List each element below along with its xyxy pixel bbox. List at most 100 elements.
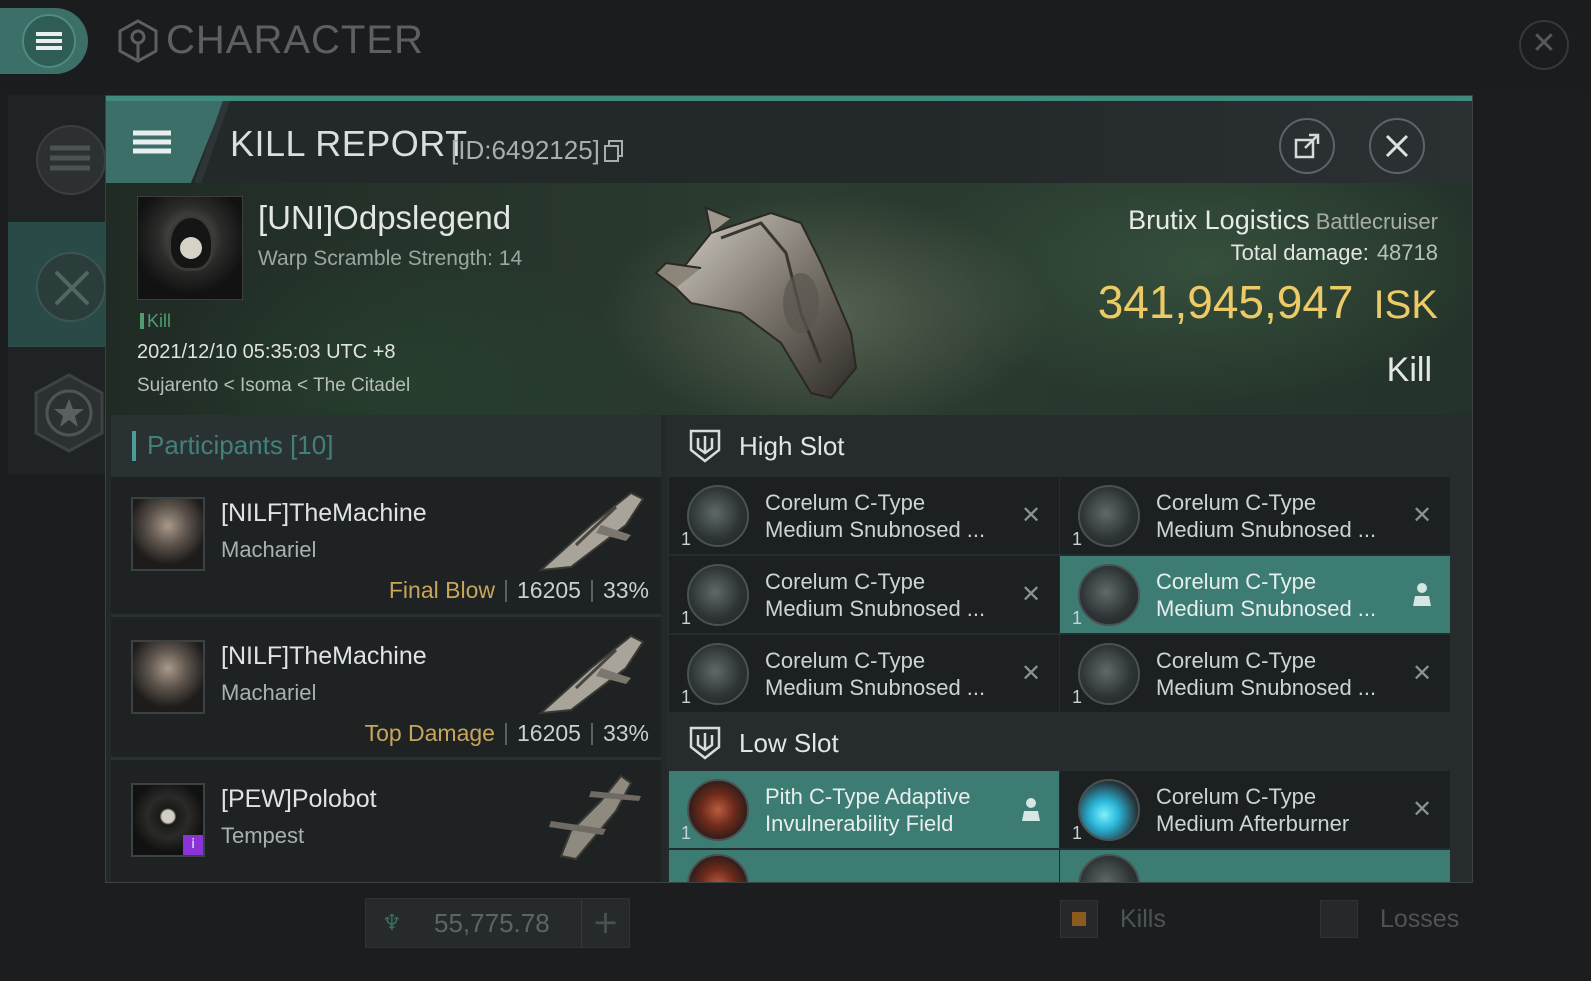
left-rail	[8, 95, 108, 475]
module-name: Corelum C-Type Medium Snubnosed ...	[1156, 648, 1377, 700]
victim-portrait[interactable]	[137, 196, 243, 300]
module-item-partial[interactable]	[669, 850, 1059, 882]
close-button[interactable]	[1369, 118, 1425, 174]
losses-tab[interactable]: Losses	[1320, 900, 1459, 938]
module-name: Corelum C-Type Medium Snubnosed ...	[1156, 490, 1377, 542]
participant-ship-image	[549, 774, 641, 861]
participant-ship: Tempest	[221, 823, 305, 848]
low-slot-icon	[689, 726, 721, 760]
participant-percent: 33%	[602, 720, 649, 746]
participant-ship-image	[538, 491, 645, 572]
module-quantity: 1	[681, 823, 692, 843]
module-item[interactable]: 1 Corelum C-Type Medium Snubnosed ...	[1060, 556, 1450, 633]
total-damage-label: Total damage:	[1230, 240, 1369, 265]
participant-name: [PEW]Polobot	[221, 785, 377, 813]
dropped-person-icon	[1413, 583, 1431, 606]
module-item[interactable]: 1 Corelum C-Type Medium Snubnosed ... ✕	[669, 556, 1059, 633]
kill-id: [ID:6492125]	[451, 135, 624, 166]
afterburner-icon	[1078, 779, 1140, 841]
participant-row[interactable]: [NILF]TheMachine Machariel Final Blow 16…	[111, 477, 661, 617]
losses-checkbox[interactable]	[1320, 900, 1358, 938]
participant-damage: 16205	[516, 720, 581, 746]
kill-report-modal: KILL REPORT [ID:6492125] [UNI]Odpslegend…	[105, 95, 1473, 883]
module-item[interactable]: 1 Corelum C-Type Medium Afterburner ✕	[1060, 771, 1450, 848]
character-icon	[118, 18, 158, 63]
participant-percent: 33%	[602, 577, 649, 603]
participant-name: [NILF]TheMachine	[221, 499, 427, 527]
shield-module-icon	[687, 779, 749, 841]
share-button[interactable]	[1279, 118, 1335, 174]
menu-icon	[36, 29, 62, 53]
participant-stats: Final Blow 16205 33%	[389, 577, 649, 604]
isk-value: 341,945,947 ISK	[1098, 275, 1438, 329]
participant-name: [NILF]TheMachine	[221, 642, 427, 670]
module-name: Corelum C-Type Medium Afterburner	[1156, 784, 1350, 836]
fitting-panel: High Slot 1 Corelum C-Type Medium Snubnos…	[667, 415, 1472, 882]
participant-row[interactable]: i [PEW]Polobot Tempest	[111, 763, 661, 882]
module-quantity: 1	[1072, 823, 1083, 843]
modal-menu-button[interactable]	[106, 101, 224, 183]
warp-scramble-strength: Warp Scramble Strength: 14	[258, 247, 523, 270]
low-slot-label: Low Slot	[739, 728, 839, 758]
plex-icon: ♆	[382, 910, 402, 936]
participant-ship: Machariel	[221, 680, 317, 705]
close-icon	[1385, 134, 1409, 158]
kill-location: Sujarento < Isoma < The Citadel	[137, 375, 411, 396]
destroyed-icon: ✕	[1020, 659, 1042, 687]
participant-row[interactable]: [NILF]TheMachine Machariel Top Damage 16…	[111, 620, 661, 760]
module-quantity: 1	[1072, 529, 1083, 549]
app-close-button[interactable]: ✕	[1519, 20, 1569, 70]
copy-icon[interactable]	[603, 139, 624, 162]
currency-value: 55,775.78	[434, 907, 550, 938]
dropped-person-icon	[1022, 798, 1040, 821]
module-name: Corelum C-Type Medium Snubnosed ...	[765, 569, 986, 621]
shield-module-icon	[687, 854, 749, 882]
turret-icon	[1078, 643, 1140, 705]
victim-ship-image[interactable]	[651, 193, 881, 408]
total-damage-value: 48718	[1376, 240, 1438, 265]
participant-avatar[interactable]	[131, 497, 205, 571]
rail-item-list[interactable]	[8, 95, 108, 220]
participant-role: Final Blow	[388, 577, 495, 603]
module-quantity: 1	[1072, 608, 1083, 628]
module-item[interactable]: 1 Corelum C-Type Medium Snubnosed ... ✕	[669, 477, 1059, 554]
main-menu-button[interactable]	[0, 8, 88, 74]
module-icon	[1078, 854, 1140, 882]
turret-icon	[687, 485, 749, 547]
module-item[interactable]: 1 Corelum C-Type Medium Snubnosed ... ✕	[1060, 635, 1450, 712]
participants-header: Participants [10]	[111, 415, 661, 477]
module-quantity: 1	[1072, 687, 1083, 707]
add-currency-button[interactable]: +	[581, 899, 629, 947]
rail-item-combat[interactable]	[8, 222, 108, 347]
module-item[interactable]: 1 Corelum C-Type Medium Snubnosed ... ✕	[669, 635, 1059, 712]
kills-checkbox[interactable]	[1060, 900, 1098, 938]
participant-avatar[interactable]	[131, 640, 205, 714]
module-item[interactable]: 1 Corelum C-Type Medium Snubnosed ... ✕	[1060, 477, 1450, 554]
kill-datetime: 2021/12/10 05:35:03 UTC +8	[137, 341, 396, 363]
victim-ship: Brutix Logistics Battlecruiser	[1128, 205, 1438, 236]
victim-name[interactable]: [UNI]Odpslegend	[258, 199, 511, 237]
participants-panel: Participants [10] [NILF]TheMachine Macha…	[111, 415, 661, 882]
kills-tab[interactable]: Kills	[1060, 900, 1166, 938]
isk-unit: ISK	[1373, 283, 1438, 327]
list-icon	[50, 140, 90, 175]
turret-icon	[1078, 564, 1140, 626]
module-name: Pith C-Type Adaptive Invulnerability Fiel…	[765, 784, 971, 836]
rail-item-favorites[interactable]	[8, 349, 108, 474]
victim-ship-name[interactable]: Brutix Logistics	[1128, 205, 1310, 235]
modal-header: KILL REPORT [ID:6492125]	[106, 101, 1472, 183]
module-quantity: 1	[681, 529, 692, 549]
high-slot-label: High Slot	[739, 431, 845, 461]
modal-title: KILL REPORT	[230, 123, 468, 164]
app-title: CHARACTER	[116, 18, 424, 63]
kill-tag: Kill	[140, 311, 171, 332]
module-item[interactable]: 1 Pith C-Type Adaptive Invulnerability Fi…	[669, 771, 1059, 848]
star-badge-icon	[34, 373, 104, 453]
turret-icon	[687, 564, 749, 626]
victim-summary: [UNI]Odpslegend Warp Scramble Strength: …	[106, 183, 1472, 415]
module-item-partial[interactable]	[1060, 850, 1450, 882]
destroyed-icon: ✕	[1020, 580, 1042, 608]
module-quantity: 1	[681, 687, 692, 707]
menu-icon	[133, 127, 171, 158]
participant-avatar[interactable]: i	[131, 783, 205, 857]
